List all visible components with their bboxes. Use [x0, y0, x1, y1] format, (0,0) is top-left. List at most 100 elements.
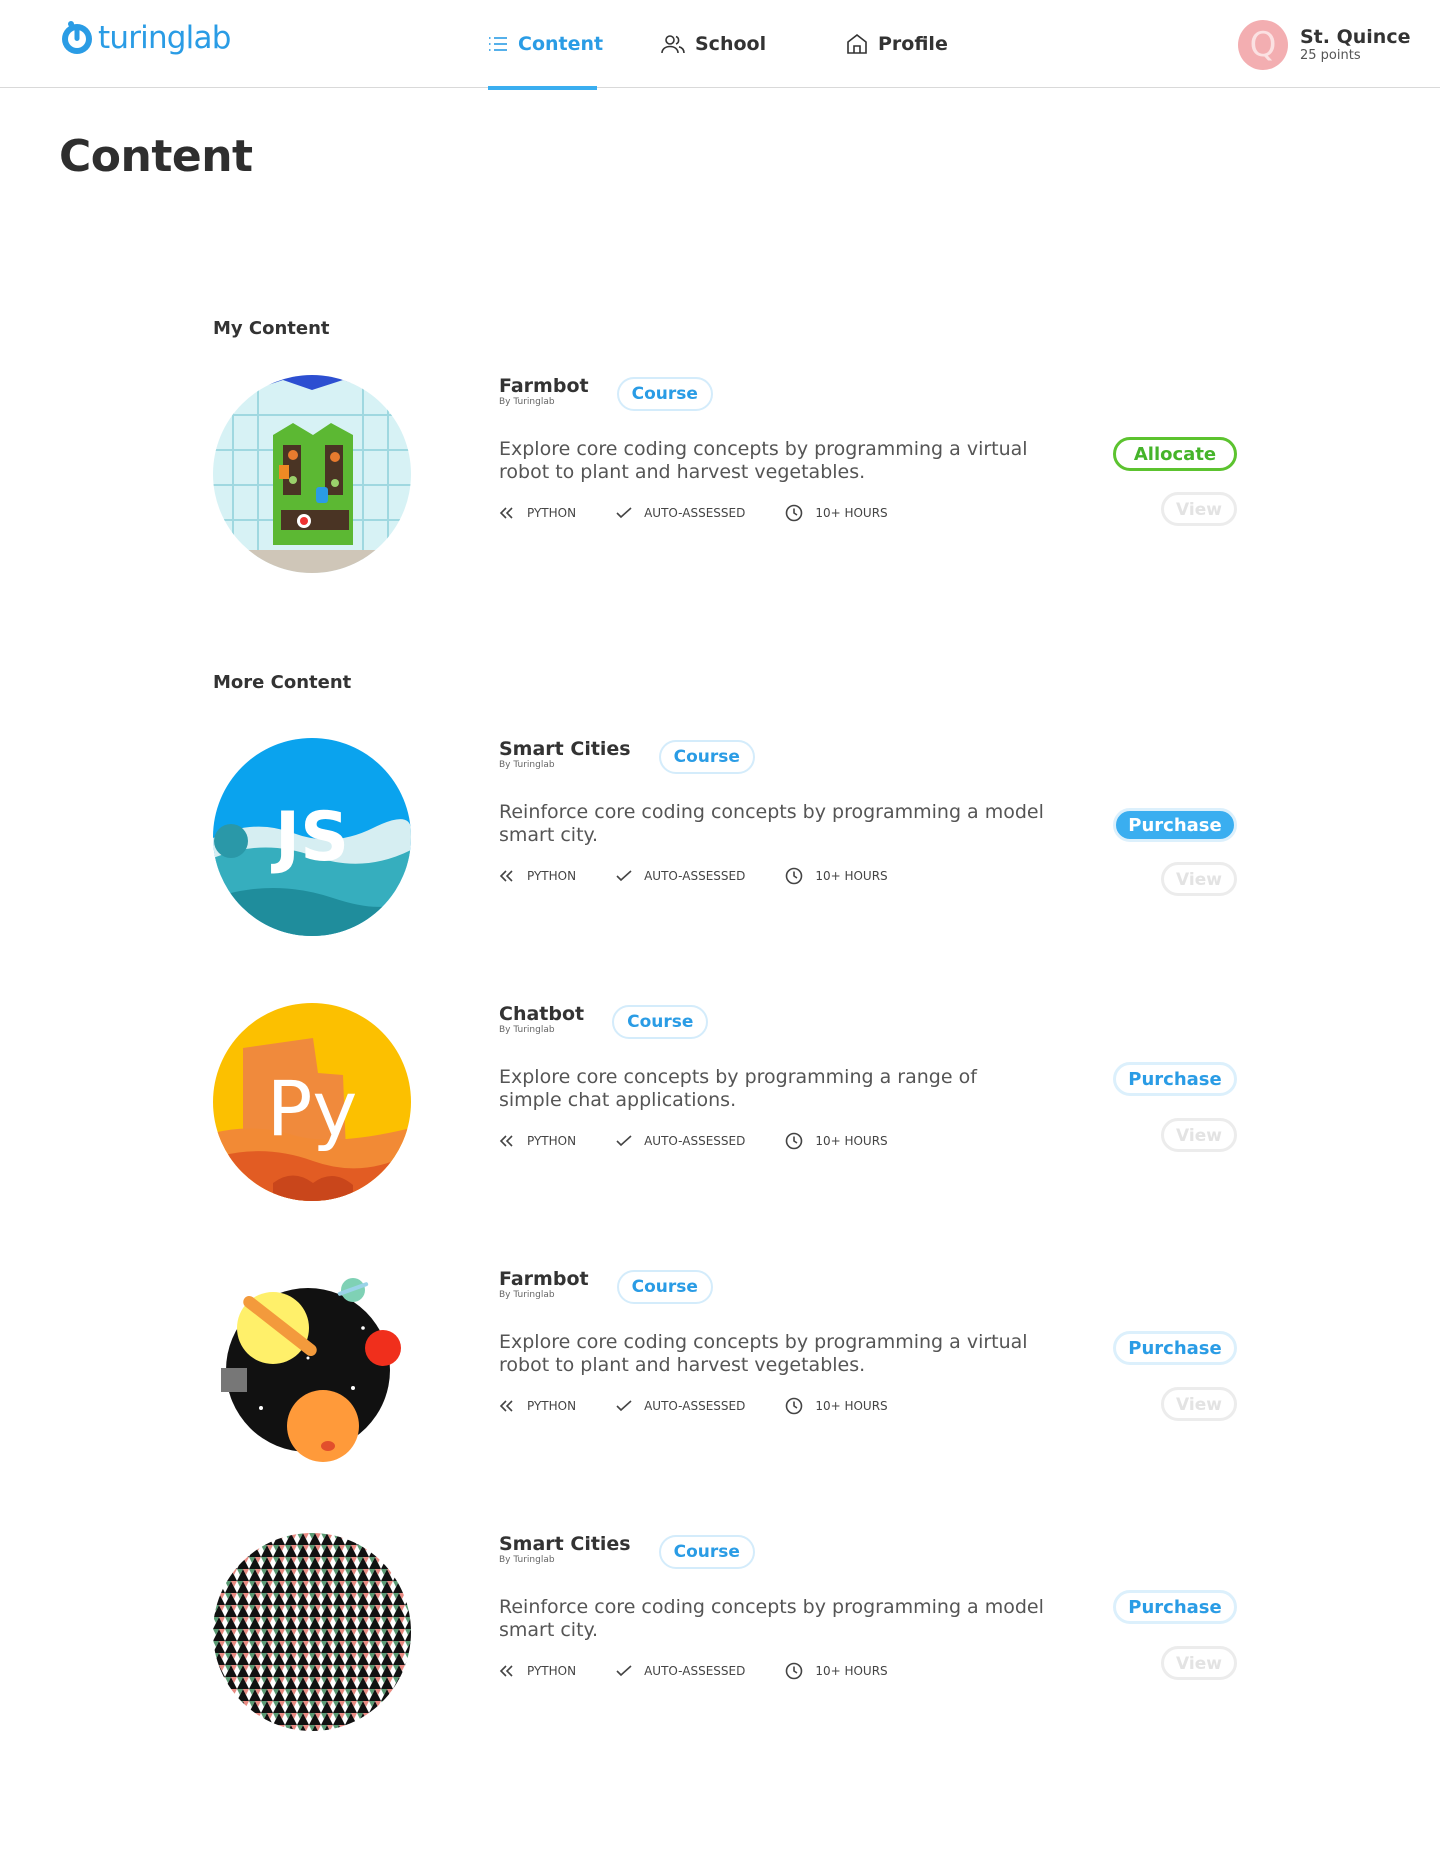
nav-tab-content[interactable]: Content: [488, 0, 603, 90]
allocate-button[interactable]: Allocate: [1113, 437, 1237, 471]
course-title[interactable]: Farmbot: [499, 1268, 589, 1290]
course-title[interactable]: Farmbot: [499, 375, 589, 397]
nav-tab-profile[interactable]: Profile: [846, 0, 948, 88]
check-icon: [616, 1665, 632, 1677]
course-thumbnail-pattern[interactable]: [213, 1533, 411, 1731]
user-points: 25 points: [1300, 48, 1361, 63]
meta-assessment: AUTO-ASSESSED: [616, 1134, 745, 1148]
course-title[interactable]: Smart Cities: [499, 1533, 631, 1555]
meta-assessment-label: AUTO-ASSESSED: [644, 506, 746, 520]
code-icon: [499, 1665, 513, 1677]
meta-assessment-label: AUTO-ASSESSED: [644, 1399, 746, 1413]
course-info: Farmbot By Turinglab Course Explore core…: [499, 375, 1059, 522]
course-card: Farmbot By Turinglab Course Explore core…: [213, 375, 1237, 575]
course-author: By Turinglab: [499, 397, 555, 407]
course-meta: PYTHON AUTO-ASSESSED 10+ HOURS: [499, 1397, 1059, 1415]
course-description: Explore core coding concepts by programm…: [499, 438, 1028, 483]
course-title[interactable]: Smart Cities: [499, 738, 631, 760]
user-menu[interactable]: Q St. Quince 25 points: [1238, 20, 1410, 70]
course-thumbnail-space[interactable]: [213, 1268, 411, 1466]
course-card: Py Chatbot By Turinglab Course Explore c…: [213, 1003, 1237, 1203]
meta-duration-label: 10+ HOURS: [815, 869, 888, 883]
view-button[interactable]: View: [1161, 862, 1237, 896]
users-icon: [661, 34, 685, 54]
course-type-badge: Course: [616, 1270, 713, 1304]
section-title-my-content: My Content: [213, 318, 330, 339]
meta-duration-label: 10+ HOURS: [815, 1134, 888, 1148]
view-button[interactable]: View: [1161, 1646, 1237, 1680]
course-author: By Turinglab: [499, 760, 555, 770]
clock-icon: [786, 1397, 803, 1415]
view-button[interactable]: View: [1161, 1118, 1237, 1152]
course-author: By Turinglab: [499, 1290, 555, 1300]
user-name: St. Quince: [1300, 26, 1411, 48]
course-author: By Turinglab: [499, 1555, 555, 1565]
course-description: Explore core coding concepts by programm…: [499, 1331, 1028, 1376]
course-card: Smart Cities By Turinglab Course Reinfor…: [213, 1533, 1237, 1733]
view-button[interactable]: View: [1161, 492, 1237, 526]
meta-language: PYTHON: [499, 1664, 576, 1678]
course-thumbnail-js[interactable]: JS: [213, 738, 411, 936]
course-info: Chatbot By Turinglab Course Explore core…: [499, 1003, 1059, 1150]
course-author: By Turinglab: [499, 1025, 555, 1035]
section-title-more-content: More Content: [213, 672, 352, 693]
meta-duration: 10+ HOURS: [785, 1662, 888, 1680]
meta-language: PYTHON: [499, 869, 576, 883]
code-icon: [499, 1135, 513, 1147]
nav-tab-school[interactable]: School: [661, 0, 766, 88]
meta-duration-label: 10+ HOURS: [815, 1664, 888, 1678]
course-title[interactable]: Chatbot: [499, 1003, 584, 1025]
course-meta: PYTHON AUTO-ASSESSED 10+ HOURS: [499, 1662, 1059, 1680]
course-thumbnail-py[interactable]: Py: [213, 1003, 411, 1201]
course-actions: Allocate View: [1113, 437, 1239, 526]
avatar-initial: Q: [1249, 25, 1277, 65]
check-icon: [616, 1135, 632, 1147]
clock-icon: [786, 504, 803, 522]
course-type-badge: Course: [658, 740, 755, 774]
view-button[interactable]: View: [1161, 1387, 1237, 1421]
meta-assessment: AUTO-ASSESSED: [616, 1664, 745, 1678]
purchase-button[interactable]: Purchase: [1113, 1331, 1237, 1365]
purchase-button[interactable]: Purchase: [1113, 1590, 1237, 1624]
code-icon: [499, 1400, 513, 1412]
course-type-badge: Course: [616, 377, 713, 411]
avatar[interactable]: Q: [1238, 20, 1288, 70]
course-description: Explore core concepts by programming a r…: [499, 1066, 977, 1111]
meta-duration: 10+ HOURS: [785, 1132, 888, 1150]
course-meta: PYTHON AUTO-ASSESSED 10+ HOURS: [499, 1132, 1059, 1150]
code-icon: [499, 507, 513, 519]
purchase-button[interactable]: Purchase: [1113, 1062, 1237, 1096]
clock-icon: [786, 1662, 803, 1680]
meta-assessment: AUTO-ASSESSED: [616, 1399, 745, 1413]
course-thumbnail-greenhouse[interactable]: [213, 375, 411, 573]
meta-language-label: PYTHON: [527, 1399, 577, 1413]
course-actions: Purchase View: [1113, 1062, 1239, 1152]
logo-icon: [59, 20, 95, 56]
check-icon: [616, 507, 632, 519]
course-meta: PYTHON AUTO-ASSESSED 10+ HOURS: [499, 504, 1059, 522]
thumb-py-text: Py: [267, 1064, 358, 1153]
meta-language-label: PYTHON: [527, 869, 577, 883]
course-info: Smart Cities By Turinglab Course Reinfor…: [499, 1533, 1059, 1680]
course-type-badge: Course: [658, 1535, 755, 1569]
meta-assessment-label: AUTO-ASSESSED: [644, 1134, 746, 1148]
course-info: Farmbot By Turinglab Course Explore core…: [499, 1268, 1059, 1415]
meta-duration: 10+ HOURS: [785, 504, 888, 522]
code-icon: [499, 870, 513, 882]
meta-language: PYTHON: [499, 1399, 576, 1413]
main-nav: Content School Profile: [488, 0, 1008, 90]
meta-duration: 10+ HOURS: [785, 1397, 888, 1415]
thumb-js-text: JS: [271, 798, 349, 877]
turinglab-logo[interactable]: turinglab: [59, 20, 231, 56]
nav-tab-content-label: Content: [518, 33, 604, 55]
meta-language: PYTHON: [499, 506, 576, 520]
course-type-badge: Course: [612, 1005, 709, 1039]
purchase-button[interactable]: Purchase: [1113, 808, 1237, 842]
course-actions: Purchase View: [1113, 1331, 1239, 1421]
clock-icon: [786, 1132, 803, 1150]
course-description: Reinforce core coding concepts by progra…: [499, 1596, 1044, 1641]
nav-tab-school-label: School: [695, 33, 767, 55]
meta-language-label: PYTHON: [527, 506, 577, 520]
meta-assessment-label: AUTO-ASSESSED: [644, 1664, 746, 1678]
meta-assessment: AUTO-ASSESSED: [616, 869, 745, 883]
